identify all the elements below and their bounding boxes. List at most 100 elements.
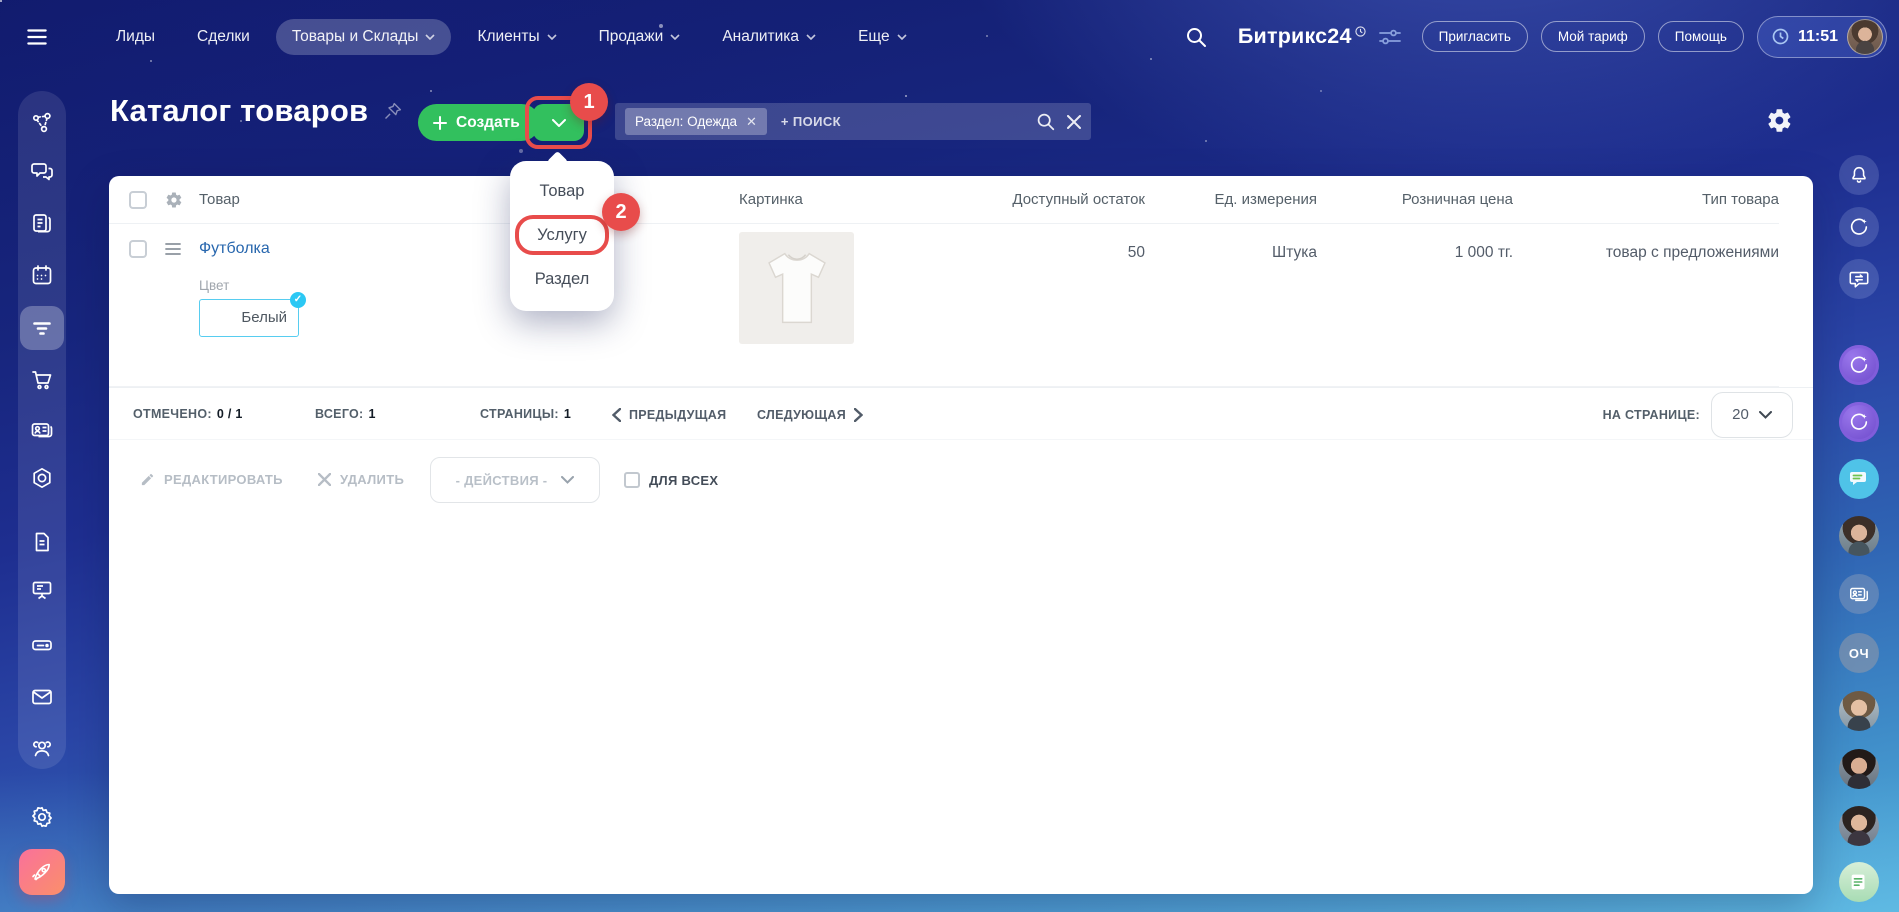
nav-more[interactable]: Еще (842, 19, 923, 55)
nav-products-warehouses[interactable]: Товары и Склады (275, 18, 452, 55)
grid-settings-gear-icon[interactable] (1766, 107, 1793, 134)
remove-filter-icon[interactable]: ✕ (746, 114, 757, 130)
chevron-down-icon (561, 476, 575, 484)
clear-search-icon[interactable] (1067, 114, 1081, 129)
chevron-down-icon (806, 33, 816, 40)
shop-cart-icon[interactable] (30, 368, 54, 392)
nav-analytics[interactable]: Аналитика (706, 19, 832, 55)
chevron-down-icon (897, 33, 907, 40)
worktime-widget[interactable]: 11:51 (1756, 15, 1887, 58)
marketing-rocket-button[interactable] (19, 849, 65, 895)
checked-counter: ОТМЕЧЕНО: 0 / 1 (133, 407, 243, 421)
notifications-bell-icon[interactable] (1839, 155, 1879, 195)
col-retail-price[interactable]: Розничная цена (1317, 191, 1513, 208)
x-icon (318, 473, 331, 486)
settings-sliders-icon[interactable] (1378, 29, 1401, 45)
chat-avatar-2[interactable] (1839, 691, 1879, 731)
search-icon[interactable] (1185, 26, 1207, 48)
chat-avatar-4[interactable] (1839, 806, 1879, 846)
chevron-down-icon (425, 33, 436, 40)
chevron-down-icon (1758, 410, 1772, 419)
cell-stock: 50 (1127, 244, 1145, 261)
per-page-select[interactable]: 20 (1711, 391, 1793, 438)
menu-item-product[interactable]: Товар (515, 175, 609, 207)
top-bar: Лиды Сделки Товары и Склады Клиенты Прод… (0, 0, 1899, 73)
property-label: Цвет (199, 278, 230, 293)
catalog-grid-panel: Товар Картинка Доступный остаток Ед. изм… (109, 176, 1813, 894)
menu-item-section[interactable]: Раздел (515, 263, 609, 295)
nav-clients[interactable]: Клиенты (461, 19, 572, 55)
product-name-link[interactable]: Футболка (199, 240, 739, 258)
chevron-left-icon (612, 407, 621, 422)
property-value-box[interactable]: Белый ✓ (199, 292, 306, 337)
right-sidebar: ОЧ (1836, 73, 1899, 912)
my-plan-button[interactable]: Мой тариф (1540, 21, 1645, 52)
settings-gear-icon[interactable] (30, 805, 54, 829)
check-badge-icon: ✓ (290, 292, 306, 308)
product-image[interactable] (739, 232, 854, 344)
search-placeholder[interactable]: + ПОИСК (781, 114, 841, 129)
drag-handle-icon[interactable] (165, 242, 199, 261)
help-button[interactable]: Помощь (1657, 21, 1744, 52)
team-icon[interactable] (30, 736, 54, 760)
pagination-bar: ОТМЕЧЕНО: 0 / 1 ВСЕГО: 1 СТРАНИЦЫ: 1 ПРЕДЫД… (109, 387, 1813, 440)
col-unit[interactable]: Ед. измерения (1145, 191, 1317, 208)
pin-icon[interactable] (382, 101, 403, 122)
col-available-stock[interactable]: Доступный остаток (909, 191, 1145, 208)
filter-chip-section[interactable]: Раздел: Одежда ✕ (625, 108, 767, 135)
nav-deals[interactable]: Сделки (181, 19, 266, 55)
copilot-assistant-icon[interactable] (1839, 345, 1879, 385)
boards-icon[interactable] (30, 578, 54, 602)
create-button[interactable]: Создать (418, 104, 540, 141)
next-page-button[interactable]: СЛЕДУЮЩАЯ (757, 388, 863, 441)
nav-sales[interactable]: Продажи (583, 19, 697, 55)
menu-item-service[interactable]: Услугу (515, 215, 609, 255)
cell-type: товар с предложениями (1605, 244, 1779, 261)
column-settings-gear-icon[interactable] (165, 191, 183, 209)
search-icon[interactable] (1036, 112, 1055, 131)
chevron-right-icon (854, 407, 863, 422)
select-all-checkbox[interactable] (129, 190, 147, 209)
rocket-icon (32, 863, 50, 881)
hamburger-menu-icon[interactable] (24, 24, 50, 50)
crm-funnel-icon[interactable] (30, 316, 54, 340)
messenger-icon[interactable] (30, 160, 54, 184)
col-product-type[interactable]: Тип товара (1513, 191, 1779, 208)
page-header: Каталог товаров (110, 93, 403, 129)
filter-search-bar[interactable]: Раздел: Одежда ✕ + ПОИСК (615, 103, 1091, 140)
col-picture[interactable]: Картинка (739, 191, 909, 208)
actions-select[interactable]: - ДЕЙСТВИЯ - (430, 457, 600, 503)
chevron-down-icon (551, 118, 566, 127)
feed-icon[interactable] (30, 211, 54, 235)
chat-initials-badge[interactable]: ОЧ (1839, 633, 1879, 673)
translator-chat-icon[interactable] (1839, 259, 1879, 299)
col-product[interactable]: Товар (199, 191, 739, 208)
prev-page-button[interactable]: ПРЕДЫДУЩАЯ (612, 388, 726, 441)
bitrix24-logo[interactable]: Битрикс24 (1238, 24, 1366, 49)
automation-icon[interactable] (30, 111, 54, 135)
delete-button[interactable]: УДАЛИТЬ (318, 472, 404, 487)
clock-icon (1772, 28, 1789, 45)
chat-avatar-3[interactable] (1839, 749, 1879, 789)
bitrix24-catalog-page: Лиды Сделки Товары и Склады Клиенты Прод… (0, 0, 1899, 912)
dropdown-arrow (546, 150, 569, 173)
documents-icon[interactable] (30, 530, 54, 554)
mail-icon[interactable] (30, 685, 54, 709)
drive-icon[interactable] (30, 633, 54, 657)
row-checkbox[interactable] (129, 240, 147, 258)
crm-card-chat-icon[interactable] (1839, 574, 1879, 614)
copilot-icon[interactable] (1839, 207, 1879, 247)
sites-hex-icon[interactable] (30, 466, 54, 490)
user-avatar[interactable] (1847, 18, 1883, 55)
copilot-assistant-icon-2[interactable] (1839, 402, 1879, 442)
calendar-icon[interactable] (30, 263, 54, 287)
notes-chat-icon[interactable] (1839, 862, 1879, 902)
pages-counter: СТРАНИЦЫ: 1 (480, 407, 572, 421)
edit-button[interactable]: РЕДАКТИРОВАТЬ (140, 472, 283, 487)
contacts-card-icon[interactable] (30, 418, 54, 442)
invite-button[interactable]: Пригласить (1421, 21, 1528, 52)
nav-leads[interactable]: Лиды (100, 19, 171, 55)
chat-avatar-1[interactable] (1839, 516, 1879, 556)
for-all-checkbox[interactable] (624, 472, 640, 488)
group-chat-icon[interactable] (1839, 459, 1879, 499)
